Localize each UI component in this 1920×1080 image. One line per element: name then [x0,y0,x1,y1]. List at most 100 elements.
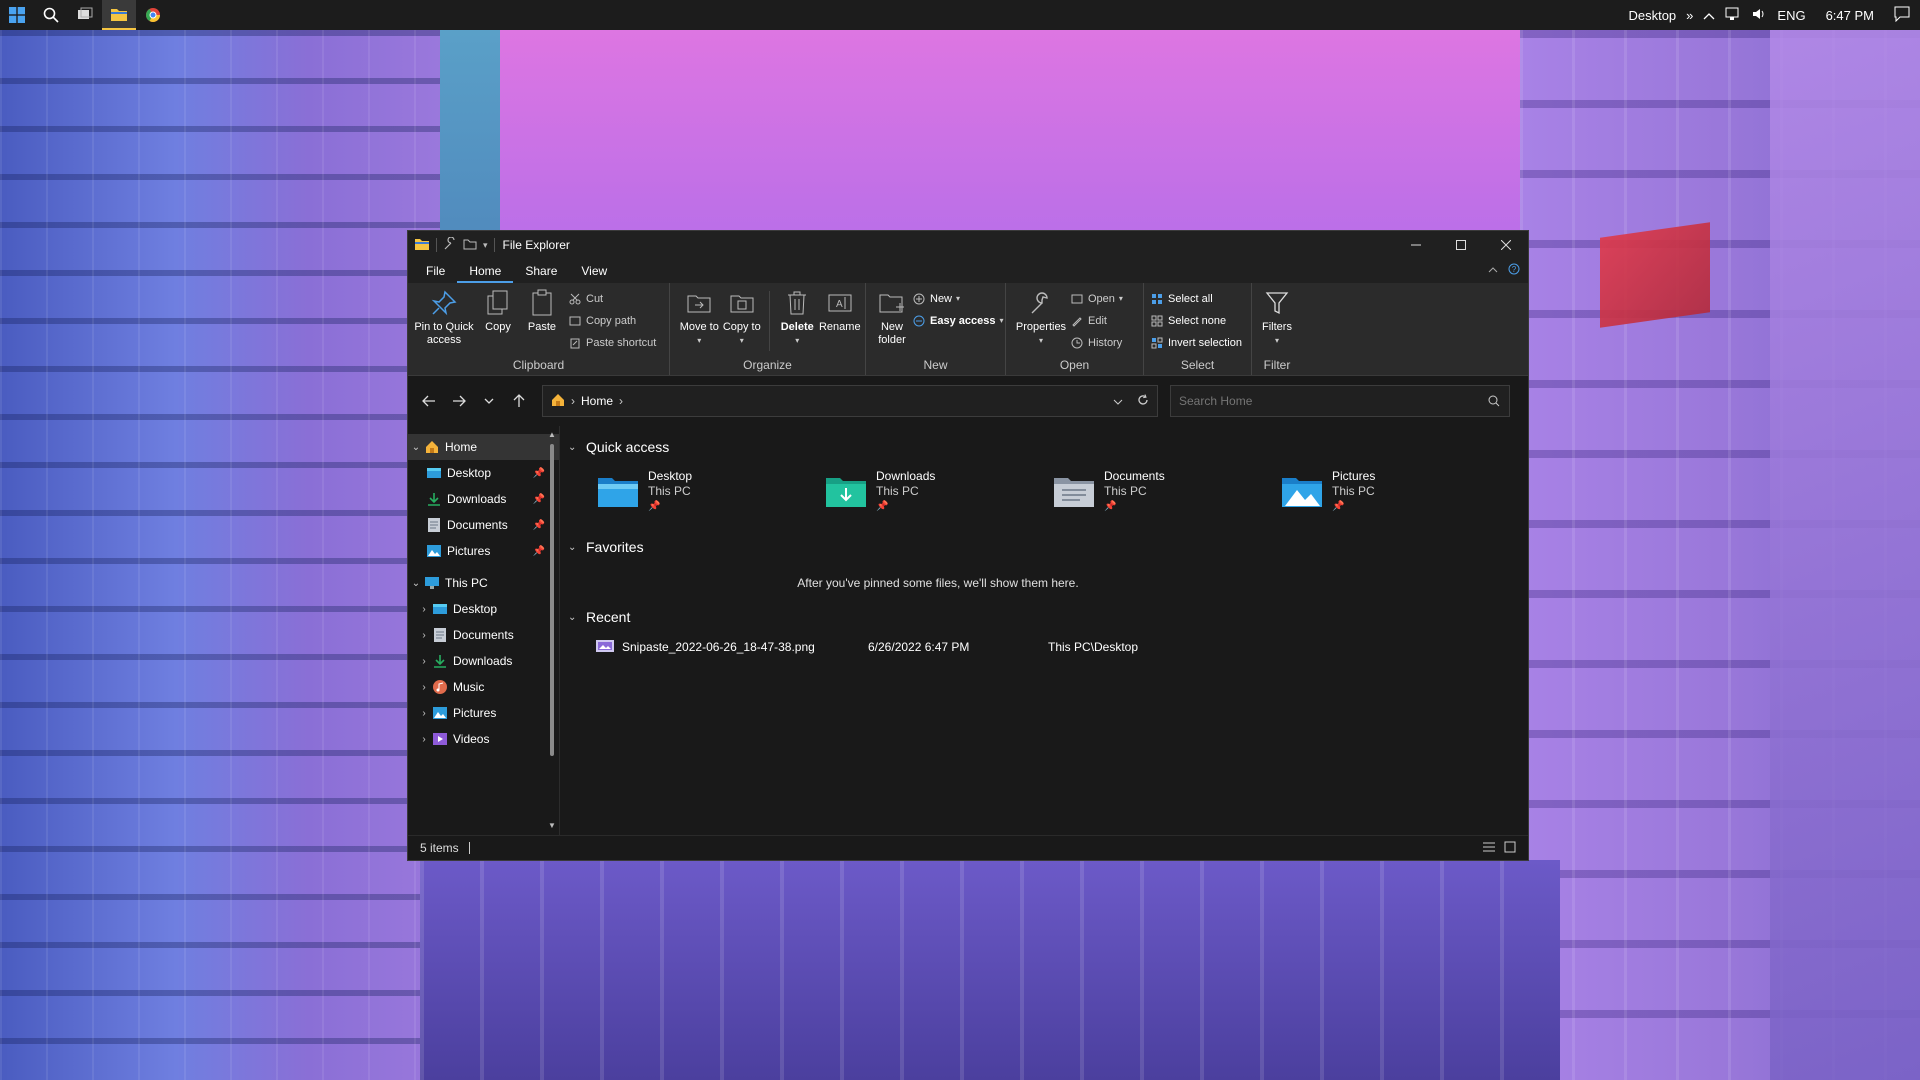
chevron-up-icon[interactable] [1703,8,1715,23]
recent-locations-button[interactable] [474,386,504,416]
nav-scrollbar[interactable]: ▲ ▼ [548,430,556,830]
network-icon[interactable] [1725,7,1741,24]
input-language-indicator[interactable]: ENG [1777,8,1805,23]
tab-share[interactable]: Share [513,259,569,283]
tab-file[interactable]: File [414,259,457,283]
nav-item-pc-music[interactable]: › Music [408,674,559,700]
scissors-icon [568,292,582,306]
select-all-button[interactable]: Select all [1150,289,1242,308]
nav-item-home[interactable]: ⌄ Home [408,434,559,460]
nav-item-pc-pictures[interactable]: › Pictures [408,700,559,726]
large-icons-view-icon[interactable] [1504,841,1516,856]
title-bar[interactable]: ▾ File Explorer [408,231,1528,259]
nav-item-pictures-pinned[interactable]: Pictures 📌 [408,538,559,564]
minimize-button[interactable] [1393,231,1438,259]
new-folder-icon [879,294,904,313]
scroll-up-arrow-icon[interactable]: ▲ [548,430,556,439]
downloads-icon [432,653,448,669]
properties-quick-icon[interactable] [443,235,457,254]
nav-item-pc-downloads[interactable]: › Downloads [408,648,559,674]
quick-access-header[interactable]: ⌄ Quick access [568,434,1528,460]
quick-access-item[interactable]: Pictures This PC 📌 [1280,469,1508,514]
chevron-down-icon[interactable]: ⌄ [408,578,424,589]
scroll-thumb[interactable] [550,444,554,756]
open-button[interactable]: Open ▾ [1070,289,1123,308]
home-icon [551,393,565,410]
new-item-button[interactable]: New ▾ [912,289,1003,308]
chevron-right-icon[interactable]: › [416,656,432,667]
forward-button[interactable] [444,386,474,416]
search-input[interactable] [1171,393,1479,409]
chrome-taskbar-button[interactable] [136,0,170,30]
desktop-folder-icon [596,471,640,511]
address-history-chevron-icon[interactable] [1113,394,1123,408]
breadcrumb-home[interactable]: Home [581,394,613,408]
copy-path-button[interactable]: Copy path [568,311,656,330]
nav-item-downloads-pinned[interactable]: Downloads 📌 [408,486,559,512]
tab-view[interactable]: View [569,259,619,283]
chevron-down-icon[interactable]: ⌄ [568,612,580,623]
chevron-right-icon[interactable]: › [416,630,432,641]
close-button[interactable] [1483,231,1528,259]
nav-item-pc-videos[interactable]: › Videos [408,726,559,752]
collapse-ribbon-icon[interactable] [1488,263,1498,278]
arrow-right-icon [453,395,466,407]
chevron-right-icon[interactable]: › [416,734,432,745]
chevron-right-icon[interactable]: › [416,604,432,615]
nav-item-desktop-pinned[interactable]: Desktop 📌 [408,460,559,486]
chevron-down-icon[interactable]: ⌄ [568,442,580,453]
tab-home[interactable]: Home [457,259,514,283]
task-view-button[interactable] [68,0,102,30]
nav-item-pc-documents[interactable]: › Documents [408,622,559,648]
navigation-bar: › Home › [408,376,1528,426]
back-button[interactable] [414,386,444,416]
select-none-button[interactable]: Select none [1150,311,1242,330]
search-box[interactable] [1170,385,1510,417]
scroll-down-arrow-icon[interactable]: ▼ [548,821,556,830]
chevron-down-icon[interactable]: ⌄ [408,442,424,453]
chevron-down-icon[interactable]: ⌄ [568,542,580,553]
help-icon[interactable]: ? [1508,263,1520,278]
maximize-button[interactable] [1438,231,1483,259]
notification-icon[interactable] [1894,6,1910,25]
search-icon[interactable] [1479,395,1509,407]
customize-qat-chevron-icon[interactable]: ▾ [483,240,488,251]
quick-access-item[interactable]: Documents This PC 📌 [1052,469,1280,514]
refresh-icon[interactable] [1137,393,1149,409]
up-button[interactable] [504,386,534,416]
nav-item-documents-pinned[interactable]: Documents 📌 [408,512,559,538]
start-button[interactable] [0,0,34,30]
invert-selection-button[interactable]: Invert selection [1150,333,1242,352]
address-bar[interactable]: › Home › [542,385,1158,417]
organize-group: Move to ▾ Copy to ▾ Delete ▾ A Rename Organ… [670,283,866,375]
file-explorer-taskbar-button[interactable] [102,0,136,30]
easy-access-button[interactable]: Easy access ▾ [912,311,1003,330]
home-icon [424,439,440,455]
cut-button[interactable]: Cut [568,289,656,308]
recent-header[interactable]: ⌄ Recent [568,604,1528,630]
nav-item-this-pc[interactable]: ⌄ This PC [408,570,559,596]
toolbar-overflow-icon[interactable]: » [1686,8,1693,23]
nav-item-pc-desktop[interactable]: › Desktop [408,596,559,622]
window-title: File Explorer [502,238,570,252]
details-view-icon[interactable] [1482,841,1496,856]
favorites-header[interactable]: ⌄ Favorites [568,534,1528,560]
history-button[interactable]: History [1070,333,1123,352]
pictures-folder-icon [1280,471,1324,511]
quick-access-item[interactable]: Desktop This PC 📌 [596,469,824,514]
favorites-empty-message: After you've pinned some files, we'll sh… [797,576,1079,590]
clock[interactable]: 6:47 PM [1816,8,1884,23]
edit-button[interactable]: Edit [1070,311,1123,330]
volume-icon[interactable] [1751,7,1767,24]
recent-file-row[interactable]: Snipaste_2022-06-26_18-47-38.png 6/26/20… [596,634,1528,660]
quick-access-item[interactable]: Downloads This PC 📌 [824,469,1052,514]
paste-shortcut-button[interactable]: Paste shortcut [568,333,656,352]
new-folder-quick-icon[interactable] [463,237,477,254]
chevron-right-icon[interactable]: › [416,708,432,719]
breadcrumb-separator-icon[interactable]: › [619,394,623,408]
chevron-right-icon[interactable]: › [416,682,432,693]
properties-icon [1031,292,1048,314]
ribbon: Pin to Quick access Copy Paste Cut Copy … [408,283,1528,376]
search-button[interactable] [34,0,68,30]
desktop-toolbar-label[interactable]: Desktop [1628,8,1676,23]
